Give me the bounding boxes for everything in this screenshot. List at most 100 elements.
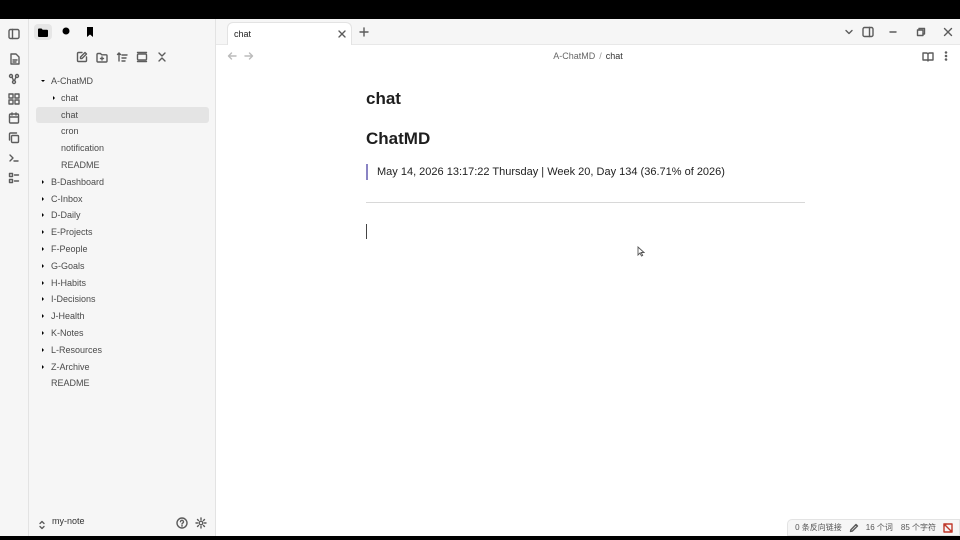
- vault-switcher[interactable]: my-note: [29, 513, 216, 533]
- file-icon[interactable]: [7, 52, 21, 66]
- edit-pencil-icon[interactable]: [849, 523, 859, 533]
- tree-folder-b-dashboard[interactable]: B-Dashboard: [29, 174, 216, 191]
- tree-folder-label: C-Inbox: [51, 193, 83, 204]
- window-close-icon[interactable]: [941, 25, 955, 39]
- tree-item-root-readme[interactable]: README: [29, 375, 216, 392]
- tree-folder-root[interactable]: A-ChatMD: [29, 73, 216, 90]
- tree-folder-chat[interactable]: chat: [29, 90, 216, 107]
- mouse-pointer-icon: [637, 244, 646, 262]
- editor[interactable]: chat ChatMD May 14, 2026 13:17:22 Thursd…: [366, 89, 806, 239]
- tab-title: chat: [234, 29, 252, 39]
- tab-chat[interactable]: chat: [227, 22, 352, 45]
- breadcrumb-current[interactable]: chat: [606, 51, 623, 61]
- blockquote[interactable]: May 14, 2026 13:17:22 Thursday | Week 20…: [366, 164, 806, 180]
- tree-folder-label: A-ChatMD: [51, 76, 94, 86]
- tab-bar: chat: [216, 19, 960, 45]
- left-ribbon: [0, 19, 29, 536]
- vault-name: my-note: [52, 516, 85, 526]
- bookmark-icon[interactable]: [81, 24, 99, 40]
- list-icon[interactable]: [7, 171, 21, 185]
- tree-item-readme[interactable]: README: [29, 157, 216, 174]
- settings-icon[interactable]: [195, 516, 207, 534]
- tree-folder-label: I-Decisions: [51, 294, 96, 305]
- chevron-right-icon: [39, 312, 47, 320]
- chevron-right-icon: [39, 195, 47, 203]
- minimize-icon[interactable]: [886, 25, 900, 39]
- tree-item-label: notification: [61, 143, 105, 154]
- tree-folder-k-notes[interactable]: K-Notes: [29, 325, 216, 342]
- chevron-down-icon[interactable]: [842, 25, 856, 39]
- right-sidebar-toggle-icon[interactable]: [861, 25, 875, 39]
- breadcrumb: A-ChatMD / chat: [216, 51, 960, 61]
- horizontal-rule: [366, 202, 805, 203]
- sidebar-toggle-icon[interactable]: [7, 27, 21, 41]
- copy-icon[interactable]: [7, 131, 21, 145]
- tree-folder-e-projects[interactable]: E-Projects: [29, 224, 216, 241]
- blockquote-text: May 14, 2026 13:17:22 Thursday | Week 20…: [377, 166, 725, 178]
- text-caret: [366, 224, 367, 239]
- tree-folder-label: K-Notes: [51, 327, 84, 338]
- tree-item-label: README: [51, 378, 90, 389]
- tree-item-cron[interactable]: cron: [29, 123, 216, 140]
- tree-folder-i-decisions[interactable]: I-Decisions: [29, 291, 216, 308]
- chevron-right-icon: [39, 329, 47, 337]
- tree-folder-g-goals[interactable]: G-Goals: [29, 258, 216, 275]
- tree-folder-l-resources[interactable]: L-Resources: [29, 342, 216, 359]
- tree-folder-j-health[interactable]: J-Health: [29, 308, 216, 325]
- search-icon[interactable]: [58, 24, 76, 40]
- tree-folder-z-archive[interactable]: Z-Archive: [29, 359, 216, 376]
- more-icon[interactable]: [940, 50, 952, 62]
- chevron-right-icon: [50, 94, 58, 102]
- backlinks-count[interactable]: 0 条反向链接: [795, 522, 842, 533]
- tree-folder-label: D-Daily: [51, 210, 81, 221]
- chevron-right-icon: [39, 279, 47, 287]
- tree-folder-label: E-Projects: [51, 227, 93, 238]
- status-bar: 0 条反向链接 16 个词 85 个字符: [787, 519, 960, 536]
- sync-off-icon[interactable]: [943, 522, 953, 533]
- chevron-updown-icon: [38, 517, 46, 535]
- breadcrumb-parent[interactable]: A-ChatMD: [553, 51, 595, 61]
- canvas-icon[interactable]: [7, 92, 21, 106]
- tree-folder-d-daily[interactable]: D-Daily: [29, 207, 216, 224]
- graph-icon[interactable]: [7, 72, 21, 86]
- chevron-right-icon: [39, 295, 47, 303]
- collapse-icon[interactable]: [135, 50, 149, 64]
- new-note-icon[interactable]: [75, 50, 89, 64]
- tree-folder-h-habits[interactable]: H-Habits: [29, 275, 216, 292]
- tree-folder-label: B-Dashboard: [51, 176, 105, 187]
- folder-icon[interactable]: [34, 24, 52, 40]
- tree-item-notification[interactable]: notification: [29, 140, 216, 157]
- tree-folder-c-inbox[interactable]: C-Inbox: [29, 191, 216, 208]
- chevron-right-icon: [39, 262, 47, 270]
- chevron-right-icon: [39, 178, 47, 186]
- tree-item-label: chat: [61, 92, 79, 103]
- obsidian-window: A-ChatMD chat chat cron notification REA…: [0, 19, 960, 536]
- tree-item-label: cron: [61, 126, 79, 137]
- close-icon[interactable]: [337, 29, 347, 39]
- chevron-right-icon: [39, 211, 47, 219]
- tree-folder-f-people[interactable]: F-People: [29, 241, 216, 258]
- note-title[interactable]: chat: [366, 89, 806, 109]
- new-tab-icon[interactable]: [357, 25, 371, 39]
- breadcrumb-separator: /: [599, 51, 602, 61]
- file-tree: A-ChatMD chat chat cron notification REA…: [29, 73, 216, 392]
- close-all-icon[interactable]: [155, 50, 169, 64]
- tree-folder-label: G-Goals: [51, 260, 85, 271]
- tree-folder-label: J-Health: [51, 311, 85, 322]
- tree-item-label: README: [61, 159, 100, 170]
- file-explorer-sidebar: A-ChatMD chat chat cron notification REA…: [29, 19, 216, 536]
- tree-item-label: chat: [61, 109, 79, 120]
- chevron-right-icon: [39, 245, 47, 253]
- chevron-right-icon: [39, 228, 47, 236]
- reading-mode-icon[interactable]: [922, 50, 934, 62]
- note-heading[interactable]: ChatMD: [366, 129, 806, 149]
- tree-item-chat-selected[interactable]: chat: [36, 106, 209, 124]
- calendar-icon[interactable]: [7, 111, 21, 125]
- sort-icon[interactable]: [115, 50, 129, 64]
- chevron-right-icon: [39, 346, 47, 354]
- new-folder-icon[interactable]: [95, 50, 109, 64]
- terminal-icon[interactable]: [7, 151, 21, 165]
- restore-icon[interactable]: [914, 25, 928, 39]
- word-count: 16 个词: [865, 523, 893, 532]
- help-icon[interactable]: [176, 516, 188, 534]
